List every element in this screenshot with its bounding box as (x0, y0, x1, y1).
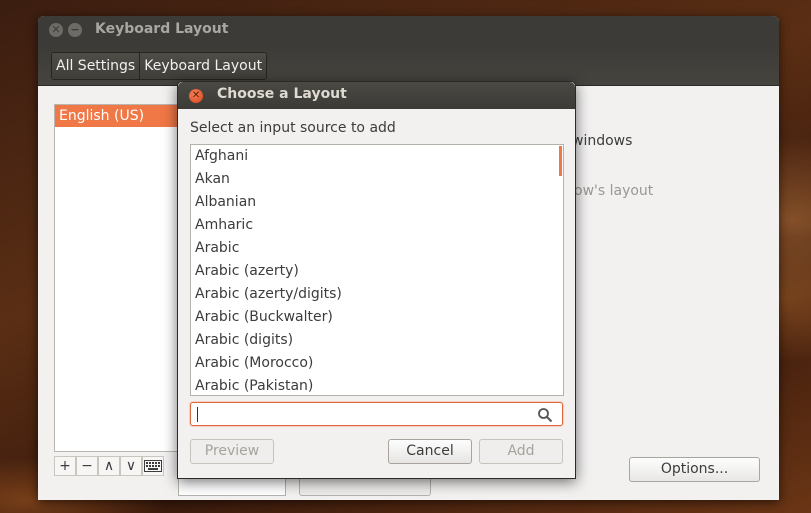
side-option-text-disabled: ow's layout (574, 183, 654, 199)
list-item[interactable]: Arabic (Buckwalter) (191, 306, 563, 329)
search-input[interactable] (190, 402, 563, 426)
list-item[interactable]: Arabic (digits) (191, 329, 563, 352)
list-item[interactable]: Arabic (azerty) (191, 260, 563, 283)
choose-layout-dialog: ✕ Choose a Layout Select an input source… (177, 81, 576, 479)
dialog-titlebar: ✕ Choose a Layout (178, 82, 575, 109)
dialog-prompt: Select an input source to add (190, 120, 396, 136)
minimize-icon[interactable]: − (68, 23, 82, 37)
list-item[interactable]: Amharic (191, 214, 563, 237)
remove-button[interactable]: − (76, 456, 98, 476)
move-up-button[interactable]: ∧ (98, 456, 120, 476)
cancel-button[interactable]: Cancel (388, 439, 472, 464)
move-down-button[interactable]: ∨ (120, 456, 142, 476)
layout-list[interactable]: Afghani Akan Albanian Amharic Arabic Ara… (190, 144, 564, 396)
list-item[interactable]: Arabic (Morocco) (191, 352, 563, 375)
side-option-text: windows (572, 133, 633, 149)
main-titlebar: ✕ − Keyboard Layout (38, 16, 779, 44)
add-button[interactable]: Add (479, 439, 563, 464)
add-button[interactable]: + (54, 456, 76, 476)
list-item[interactable]: Arabic (191, 237, 563, 260)
window-title: Keyboard Layout (95, 21, 229, 37)
preview-button[interactable]: Preview (190, 439, 274, 464)
breadcrumb-all-settings[interactable]: All Settings (52, 53, 140, 79)
list-item[interactable]: Akan (191, 168, 563, 191)
options-button[interactable]: Options... (629, 457, 760, 482)
main-toolbar: All Settings Keyboard Layout (38, 44, 779, 86)
text-caret (197, 407, 198, 422)
search-icon (538, 408, 553, 423)
close-icon[interactable]: ✕ (49, 23, 63, 37)
breadcrumb: All Settings Keyboard Layout (51, 52, 268, 80)
list-tools: + − ∧ ∨ (54, 456, 168, 478)
dialog-title: Choose a Layout (217, 86, 347, 102)
scrollbar[interactable] (559, 146, 562, 176)
list-item[interactable]: Arabic (azerty/digits) (191, 283, 563, 306)
close-icon[interactable]: ✕ (189, 89, 203, 103)
list-item[interactable]: Arabic (Pakistan) (191, 375, 563, 395)
list-item[interactable]: English (US) (55, 105, 177, 127)
list-item[interactable]: Afghani (191, 145, 563, 168)
input-source-list[interactable]: English (US) (54, 104, 178, 452)
list-item[interactable]: Albanian (191, 191, 563, 214)
keyboard-icon[interactable] (142, 456, 164, 476)
breadcrumb-keyboard-layout[interactable]: Keyboard Layout (139, 53, 267, 79)
